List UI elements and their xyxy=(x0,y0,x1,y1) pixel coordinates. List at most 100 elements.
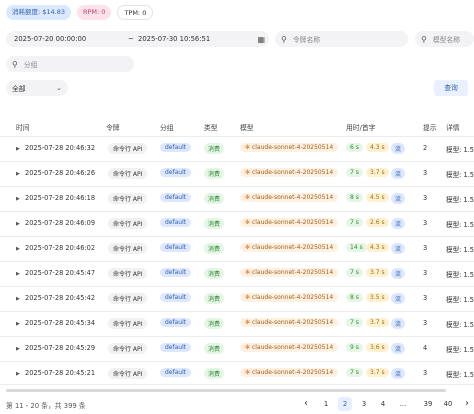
cell-model-badge[interactable]: ✻ claude-sonnet-4-20250514 xyxy=(240,293,339,302)
cell-group-badge: default xyxy=(160,368,192,377)
page-2-button[interactable]: 2 xyxy=(338,397,352,411)
expand-arrow-icon[interactable]: ▶ xyxy=(16,196,20,202)
group-input[interactable]: ⚲ 分组 xyxy=(6,56,134,72)
model-icon: ✻ xyxy=(245,319,252,326)
query-button[interactable]: 查询 xyxy=(434,80,468,96)
calendar-icon[interactable]: ▦ xyxy=(257,35,265,44)
page-39-button[interactable]: 39 xyxy=(421,397,435,411)
expand-arrow-icon[interactable]: ▶ xyxy=(16,246,20,252)
cell-type-badge: 消费 xyxy=(204,168,225,179)
cell-time: 2025-07-28 20:46:32 xyxy=(25,144,96,152)
cell-model-name: claude-sonnet-4-20250514 xyxy=(251,294,334,301)
cell-type-badge: 消费 xyxy=(204,318,225,329)
table-row[interactable]: ▶ 2025-07-28 20:46:02 命令行 API default 消费 ✻ cl… xyxy=(0,236,474,261)
cell-group-badge: default xyxy=(160,318,192,327)
cell-prompt: 3 xyxy=(423,219,428,227)
cell-prompt: 3 xyxy=(423,269,428,277)
page-40-button[interactable]: 40 xyxy=(441,397,455,411)
model-icon: ✻ xyxy=(245,269,252,276)
table-row[interactable]: ▶ 2025-07-28 20:46:32 命令行 API default 消费 ✻ cl… xyxy=(0,136,474,161)
expand-arrow-icon[interactable]: ▶ xyxy=(16,296,20,302)
cell-model-name: claude-sonnet-4-20250514 xyxy=(251,244,334,251)
cell-model-badge[interactable]: ✻ claude-sonnet-4-20250514 xyxy=(240,143,339,152)
cell-time: 2025-07-28 20:46:09 xyxy=(25,219,96,227)
cell-prompt: 2 xyxy=(423,144,428,152)
table-bottom-divider xyxy=(0,384,474,385)
cell-stream-badge: 流 xyxy=(391,293,406,304)
cell-stream-badge: 流 xyxy=(391,168,406,179)
cell-model-name: claude-sonnet-4-20250514 xyxy=(251,194,334,201)
horizontal-scrollbar[interactable] xyxy=(6,389,446,392)
cell-time: 2025-07-28 20:46:26 xyxy=(25,169,96,177)
page-1-button[interactable]: 1 xyxy=(319,397,333,411)
page-4-button[interactable]: 4 xyxy=(376,397,390,411)
token-name-placeholder: 令牌名称 xyxy=(292,36,321,44)
cell-prompt: 4 xyxy=(423,344,428,352)
prev-page-button[interactable]: ‹ xyxy=(299,397,313,411)
cell-model-badge[interactable]: ✻ claude-sonnet-4-20250514 xyxy=(240,218,339,227)
table-row[interactable]: ▶ 2025-07-28 20:45:21 命令行 API default 消费 ✻ cl… xyxy=(0,361,474,386)
cell-stream-badge: 流 xyxy=(391,318,406,329)
model-name-input[interactable]: ⚲ 模型名称 xyxy=(415,31,474,47)
cell-use-time-badge: 6 s xyxy=(346,143,363,152)
cell-stream-badge: 流 xyxy=(391,143,406,154)
col-header-duration: 用时/首字 xyxy=(346,124,376,132)
table-row[interactable]: ▶ 2025-07-28 20:45:34 命令行 API default 消费 ✻ cl… xyxy=(0,311,474,336)
cell-model-name: claude-sonnet-4-20250514 xyxy=(251,144,334,151)
cell-group-badge: default xyxy=(160,193,192,202)
cell-model-name: claude-sonnet-4-20250514 xyxy=(251,319,334,326)
cell-detail: 模型: 1.5 xyxy=(446,321,474,329)
cell-type-badge: 消费 xyxy=(204,343,225,354)
token-name-input[interactable]: ⚲ 令牌名称 xyxy=(275,31,408,47)
cell-model-name: claude-sonnet-4-20250514 xyxy=(251,269,334,276)
date-range-picker[interactable]: 2025-07-20 00:00:00 ~ 2025-07-30 10:56:5… xyxy=(6,31,269,47)
expand-arrow-icon[interactable]: ▶ xyxy=(16,346,20,352)
table-row[interactable]: ▶ 2025-07-28 20:46:18 命令行 API default 消费 ✻ cl… xyxy=(0,186,474,211)
cell-model-badge[interactable]: ✻ claude-sonnet-4-20250514 xyxy=(240,368,339,377)
model-icon: ✻ xyxy=(245,244,252,251)
cell-prompt: 3 xyxy=(423,294,428,302)
expand-arrow-icon[interactable]: ▶ xyxy=(16,371,20,377)
cell-use-time-badge: 14 s xyxy=(346,243,367,252)
cell-group-badge: default xyxy=(160,168,192,177)
cell-model-badge[interactable]: ✻ claude-sonnet-4-20250514 xyxy=(240,343,339,352)
cell-model-badge[interactable]: ✻ claude-sonnet-4-20250514 xyxy=(240,243,339,252)
page-3-button[interactable]: 3 xyxy=(357,397,371,411)
expand-arrow-icon[interactable]: ▶ xyxy=(16,171,20,177)
model-icon: ✻ xyxy=(245,194,252,201)
expand-arrow-icon[interactable]: ▶ xyxy=(16,321,20,327)
cell-type-badge: 消费 xyxy=(204,193,225,204)
table-row[interactable]: ▶ 2025-07-28 20:46:26 命令行 API default 消费 ✻ cl… xyxy=(0,161,474,186)
col-header-token: 令牌 xyxy=(106,124,120,132)
table-row[interactable]: ▶ 2025-07-28 20:45:29 命令行 API default 消费 ✻ cl… xyxy=(0,336,474,361)
cell-model-badge[interactable]: ✻ claude-sonnet-4-20250514 xyxy=(240,318,339,327)
cell-token-badge: 命令行 API xyxy=(108,318,148,329)
cell-time: 2025-07-28 20:45:47 xyxy=(25,269,96,277)
cell-detail: 模型: 1.5 xyxy=(446,271,474,279)
end-time-value[interactable]: 2025-07-30 10:56:51 xyxy=(138,35,210,43)
expand-arrow-icon[interactable]: ▶ xyxy=(16,221,20,227)
page-ellipsis[interactable]: ... xyxy=(396,397,410,411)
cell-use-time-badge: 8 s xyxy=(346,293,363,302)
table-row[interactable]: ▶ 2025-07-28 20:46:09 命令行 API default 消费 ✻ cl… xyxy=(0,211,474,236)
pagination-summary: 第 11 - 20 条，共 399 条 xyxy=(6,402,86,410)
cell-model-badge[interactable]: ✻ claude-sonnet-4-20250514 xyxy=(240,168,339,177)
cell-model-badge[interactable]: ✻ claude-sonnet-4-20250514 xyxy=(240,193,339,202)
table-row[interactable]: ▶ 2025-07-28 20:45:42 命令行 API default 消费 ✻ cl… xyxy=(0,286,474,311)
cell-first-token-badge: 3.7 s xyxy=(366,368,389,377)
expand-arrow-icon[interactable]: ▶ xyxy=(16,271,20,277)
model-icon: ✻ xyxy=(245,219,252,226)
expand-arrow-icon[interactable]: ▶ xyxy=(16,146,20,152)
cell-token-badge: 命令行 API xyxy=(108,168,148,179)
cell-first-token-badge: 3.6 s xyxy=(366,343,389,352)
cell-stream-badge: 流 xyxy=(391,268,406,279)
search-icon: ⚲ xyxy=(421,34,427,44)
cell-model-badge[interactable]: ✻ claude-sonnet-4-20250514 xyxy=(240,268,339,277)
next-page-button[interactable]: › xyxy=(460,397,474,411)
type-select[interactable]: 全部 ⌄ xyxy=(6,80,68,96)
cell-use-time-badge: 7 s xyxy=(346,168,363,177)
cell-time: 2025-07-28 20:45:21 xyxy=(25,369,96,377)
table-row[interactable]: ▶ 2025-07-28 20:45:47 命令行 API default 消费 ✻ cl… xyxy=(0,261,474,286)
cell-token-badge: 命令行 API xyxy=(108,218,148,229)
start-time-value[interactable]: 2025-07-20 00:00:00 xyxy=(14,35,86,43)
